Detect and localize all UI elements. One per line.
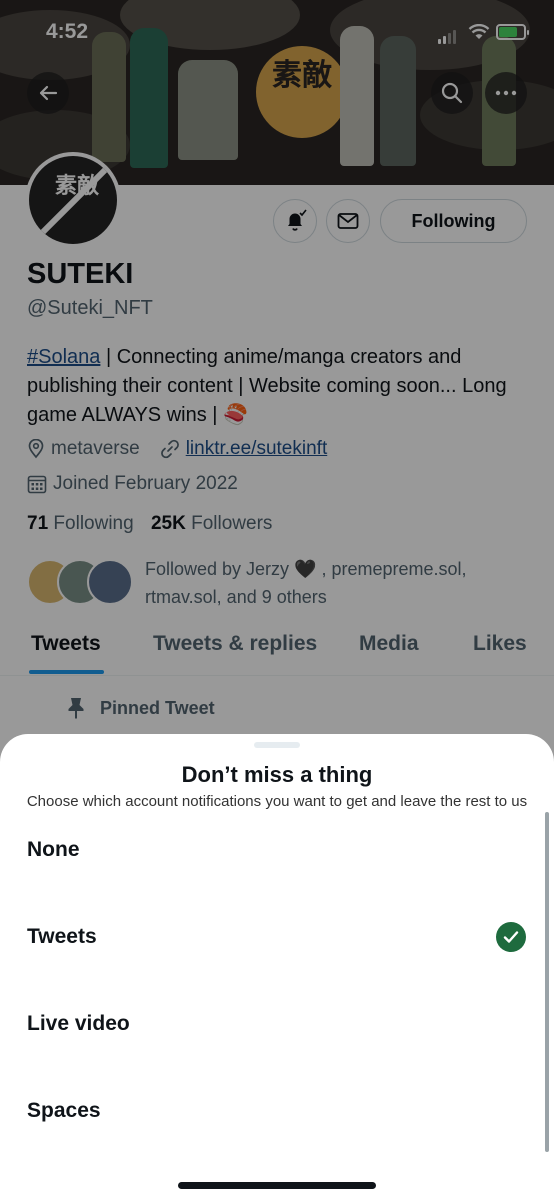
notification-settings-sheet: Don’t miss a thing Choose which account … xyxy=(0,734,554,1200)
option-live-video[interactable]: Live video xyxy=(27,1012,130,1036)
checkmark-icon xyxy=(503,931,519,943)
selected-option-check xyxy=(496,922,526,952)
sheet-title: Don’t miss a thing xyxy=(181,762,373,787)
sheet-subtitle: Choose which account notifications you w… xyxy=(26,793,528,810)
sheet-scrollbar[interactable] xyxy=(545,812,549,1152)
option-spaces[interactable]: Spaces xyxy=(27,1099,101,1123)
option-tweets[interactable]: Tweets xyxy=(27,925,97,949)
option-none[interactable]: None xyxy=(27,838,80,862)
sheet-drag-handle[interactable] xyxy=(254,742,300,748)
home-indicator xyxy=(178,1182,376,1189)
